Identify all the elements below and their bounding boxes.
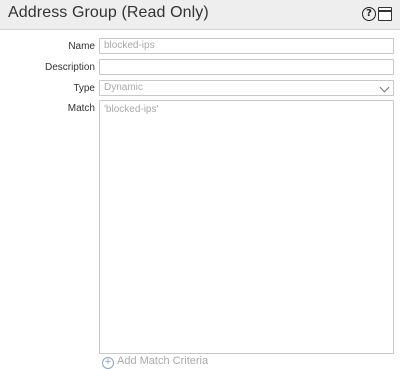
add-match-criteria-label: Add Match Criteria bbox=[117, 355, 209, 367]
match-textarea[interactable]: 'blocked-ips' bbox=[99, 100, 394, 354]
match-label: Match bbox=[67, 103, 95, 114]
name-label: Name bbox=[68, 41, 95, 52]
dialog-title: Address Group (Read Only) bbox=[8, 4, 209, 21]
type-select[interactable]: Dynamic bbox=[99, 80, 394, 96]
type-value: Dynamic bbox=[104, 82, 143, 93]
description-field[interactable] bbox=[99, 59, 394, 75]
add-circle-icon: + bbox=[102, 357, 114, 369]
add-match-criteria-button[interactable]: + Add Match Criteria bbox=[102, 355, 208, 369]
name-value: blocked-ips bbox=[104, 40, 155, 51]
type-label: Type bbox=[73, 83, 95, 94]
match-value: 'blocked-ips' bbox=[104, 104, 159, 115]
name-field[interactable]: blocked-ips bbox=[99, 38, 394, 54]
window-icon[interactable] bbox=[378, 7, 392, 21]
help-icon[interactable]: ? bbox=[362, 7, 376, 21]
description-label: Description bbox=[44, 62, 95, 73]
chevron-down-icon bbox=[379, 82, 390, 93]
dialog-titlebar: Address Group (Read Only) ? bbox=[0, 0, 400, 30]
